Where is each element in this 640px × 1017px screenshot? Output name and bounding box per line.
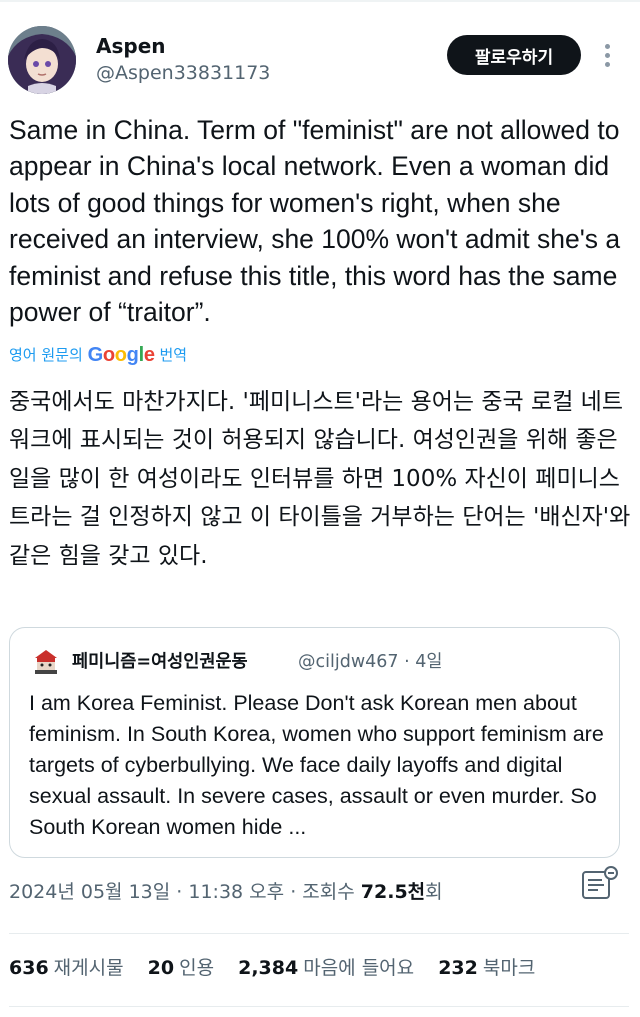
follow-button[interactable]: 팔로우하기 — [447, 35, 581, 75]
more-vertical-icon[interactable] — [597, 40, 617, 70]
divider — [9, 1006, 629, 1007]
quote-meta: @ciljdw467 · 4일 — [298, 650, 443, 674]
tweet-text: Same in China. Term of "feminist" are no… — [9, 115, 621, 328]
quote-text: I am Korea Feminist. Please Don't ask Ko… — [29, 691, 604, 839]
separator-dot: · — [290, 881, 297, 903]
translated-text: 중국에서도 마찬가지다. '페미니스트'라는 용어는 중국 로컬 네트워크에 표… — [9, 389, 631, 569]
likes-stat[interactable]: 2,384 마음에 들어요 — [238, 957, 414, 979]
translation-prefix: 영어 원문의 — [9, 346, 83, 364]
bookmarks-stat[interactable]: 232 북마크 — [438, 957, 535, 979]
views-label: 조회수 — [302, 881, 355, 903]
author-avatar[interactable] — [8, 26, 76, 94]
top-divider — [0, 0, 640, 2]
quote-avatar-icon — [31, 646, 61, 676]
quote-author-handle[interactable]: @ciljdw467 — [298, 652, 399, 672]
analytics-icon[interactable] — [580, 866, 622, 902]
tweet-meta: 2024년 05월 13일 · 11:38 오후 · 조회수 72.5천회 — [9, 878, 443, 906]
divider — [9, 933, 629, 934]
separator-dot: · — [176, 881, 183, 903]
quote-time[interactable]: 4일 — [415, 652, 442, 672]
translation-attribution[interactable]: 영어 원문의 Google 번역 — [9, 342, 187, 367]
post-time[interactable]: 11:38 오후 — [188, 881, 284, 903]
quotes-stat[interactable]: 20 인용 — [148, 957, 214, 979]
engagement-stats: 636 재게시물 20 인용 2,384 마음에 들어요 232 북마크 — [9, 954, 553, 982]
google-logo: Google — [87, 344, 155, 366]
views-suffix: 회 — [425, 881, 443, 903]
reposts-stat[interactable]: 636 재게시물 — [9, 957, 124, 979]
quote-author-name[interactable]: 페미니즘=여성인권운동 — [72, 650, 248, 674]
post-date[interactable]: 2024년 05월 13일 — [9, 881, 170, 903]
views-count: 72.5천 — [360, 881, 426, 903]
separator-dot: · — [404, 652, 410, 672]
anime-avatar-icon — [8, 26, 76, 94]
quoted-tweet-card[interactable]: 페미니즘=여성인권운동 @ciljdw467 · 4일 I am Korea F… — [9, 627, 620, 858]
author-handle[interactable]: @Aspen33831173 — [96, 61, 270, 85]
author-name[interactable]: Aspen — [96, 34, 166, 58]
translation-suffix: 번역 — [159, 346, 188, 364]
